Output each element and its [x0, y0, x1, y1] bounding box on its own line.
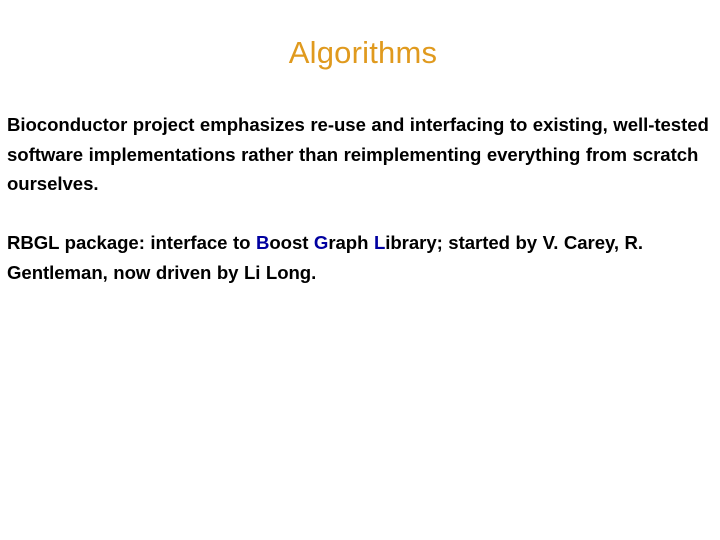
paragraph-bioconductor: Bioconductor project emphasizes re-use a… — [7, 114, 709, 194]
library-remainder-text: ibrary — [385, 232, 437, 253]
slide-canvas: Algorithms Bioconductor project emphasiz… — [0, 0, 720, 540]
graph-remainder-text: raph — [328, 232, 374, 253]
slide-body: Bioconductor project emphasizes re-use a… — [7, 110, 713, 287]
boost-initial-letter: B — [255, 232, 270, 253]
page-title: Algorithms — [288, 35, 438, 70]
boost-remainder-text: oost — [269, 232, 314, 253]
paragraph-rbgl: RBGL package: interface to Boost Graph L… — [7, 228, 713, 287]
graph-initial-letter: G — [313, 232, 329, 253]
library-initial-letter: L — [373, 232, 386, 253]
rbgl-intro-text: RBGL package: interface to — [7, 232, 256, 253]
